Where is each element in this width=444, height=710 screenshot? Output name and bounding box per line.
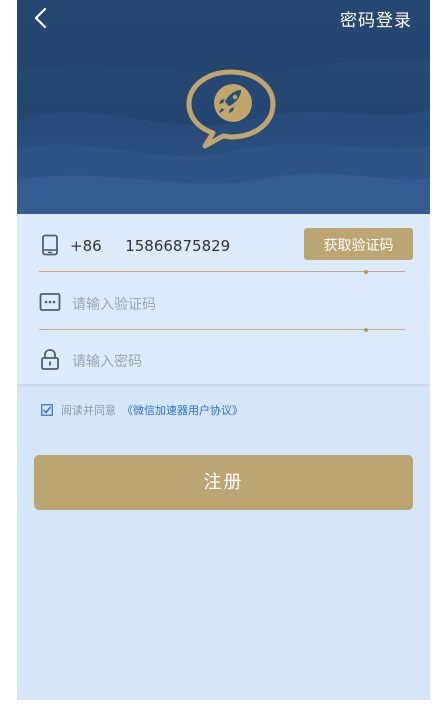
dots-message-icon: [39, 293, 61, 311]
phone-number-value: 15866875829: [125, 237, 231, 255]
code-input[interactable]: 请输入验证码: [72, 294, 156, 314]
rocket-chat-bubble-icon: [186, 69, 276, 149]
back-button[interactable]: [31, 6, 53, 30]
register-form: +86 15866875829 获取验证码 请输入验证码 请输入密码: [17, 214, 430, 384]
lock-icon: [41, 349, 59, 370]
password-input[interactable]: 请输入密码: [72, 351, 142, 371]
header-banner: 密码登录: [17, 0, 430, 214]
phone-input[interactable]: +86 15866875829: [70, 237, 230, 255]
mobile-phone-icon: [42, 234, 58, 256]
phone-divider-dot: [364, 269, 368, 274]
phone-row: +86 15866875829 获取验证码: [17, 214, 430, 270]
password-row: 请输入密码: [17, 332, 430, 388]
agreement-text: 阅读并同意: [61, 404, 116, 417]
phone-screen: 密码登录 +86 15866875829 获取验证码 请输入验证码 请输入密码 …: [17, 0, 430, 700]
phone-divider: [39, 271, 405, 272]
code-divider-dot: [364, 327, 368, 332]
password-login-link[interactable]: 密码登录: [340, 6, 412, 31]
code-divider: [39, 329, 405, 330]
chevron-left-icon: [34, 7, 47, 29]
country-code[interactable]: +86: [70, 237, 102, 255]
agreement-link[interactable]: 《微信加速器用户协议》: [122, 402, 243, 418]
register-button[interactable]: 注册: [34, 455, 413, 510]
code-row: 请输入验证码: [17, 274, 430, 330]
agreement-row: 阅读并同意 《微信加速器用户协议》: [41, 402, 243, 418]
get-code-button[interactable]: 获取验证码: [304, 228, 413, 260]
agreement-checkbox[interactable]: [41, 404, 53, 416]
